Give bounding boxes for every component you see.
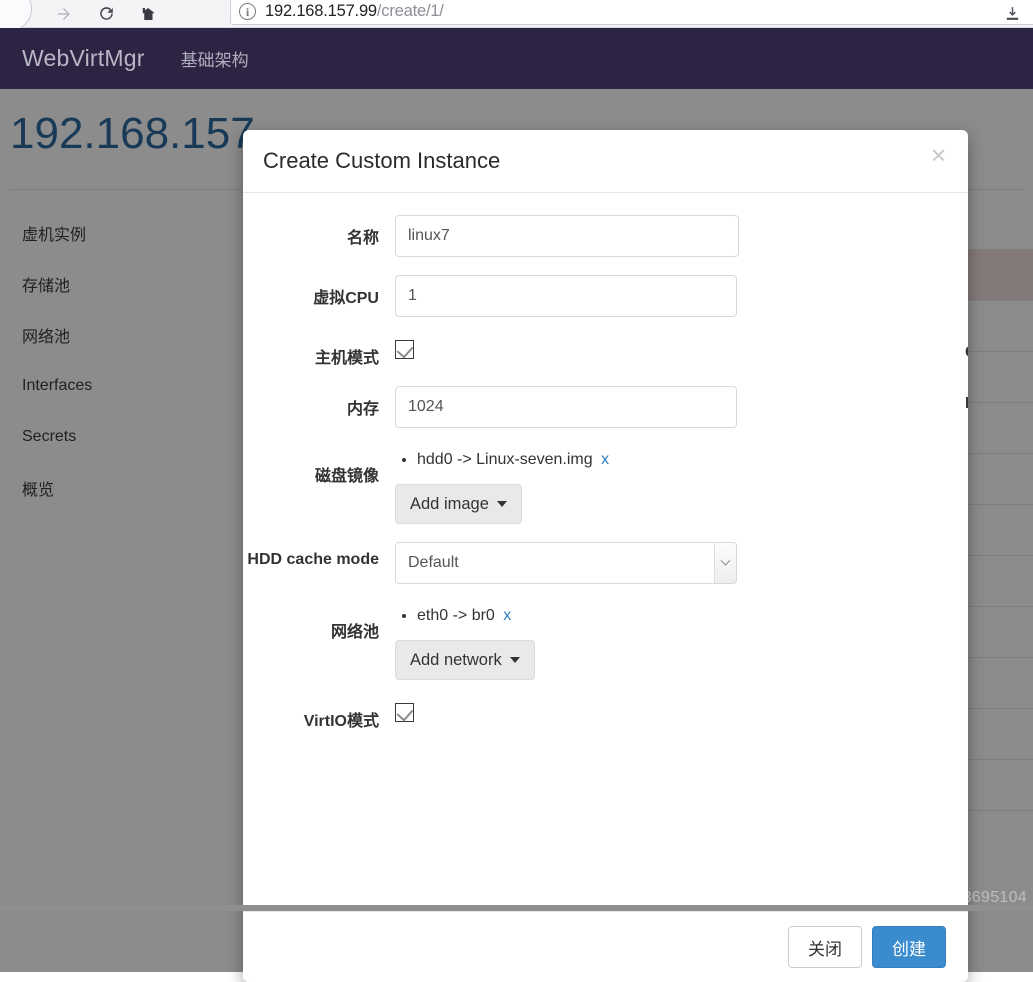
- list-item: eth0 -> br0 x: [417, 602, 968, 630]
- create-instance-modal: Create Custom Instance × 名称 虚拟CPU: [243, 130, 968, 982]
- app-page: WebVirtMgr 基础架构 192.168.157 虚机实例 存储池 网络池…: [0, 28, 1033, 982]
- host-model-label: 主机模式: [314, 350, 379, 367]
- reload-icon: [99, 7, 113, 20]
- disk-image-field-wrap: hdd0 -> Linux-seven.img x Add image: [395, 446, 968, 524]
- form-row-hdd-cache: HDD cache mode Default: [243, 542, 968, 584]
- network-field-wrap: eth0 -> br0 x Add network: [395, 602, 968, 680]
- name-input[interactable]: [395, 215, 739, 257]
- add-network-button[interactable]: Add network: [395, 640, 535, 680]
- hdd-cache-value: Default: [395, 542, 737, 584]
- save-page-icon: [1006, 7, 1018, 20]
- url-host: 192.168.157.99: [265, 2, 377, 20]
- horizontal-scrollbar[interactable]: [0, 905, 1033, 911]
- navigation-buttons: [0, 0, 168, 31]
- vcpu-input[interactable]: [395, 275, 737, 317]
- chevron-down-icon[interactable]: [714, 543, 736, 583]
- site-info-icon[interactable]: i: [239, 3, 256, 20]
- memory-input[interactable]: [395, 386, 737, 428]
- hdd-cache-select[interactable]: Default: [395, 542, 737, 584]
- nav-item-infrastructure[interactable]: 基础架构: [181, 46, 249, 71]
- add-network-label: Add network: [410, 650, 502, 669]
- add-image-button[interactable]: Add image: [395, 484, 522, 524]
- host-model-field-wrap: CPU: [395, 335, 968, 364]
- name-field-wrap: [395, 215, 968, 257]
- caret-down-icon: [496, 501, 507, 507]
- disk-image-list: hdd0 -> Linux-seven.img x: [417, 446, 968, 474]
- hdd-cache-label: HDD cache mode: [247, 551, 379, 568]
- virtio-field-wrap: [395, 698, 968, 727]
- hdd-cache-field-wrap: Default: [395, 542, 968, 584]
- form-row-name: 名称: [243, 215, 968, 257]
- home-icon: [142, 7, 154, 20]
- caret-down-icon: [509, 657, 520, 663]
- save-page-button[interactable]: [991, 0, 1033, 27]
- url-text: 192.168.157.99/create/1/: [265, 2, 444, 21]
- modal-header: Create Custom Instance ×: [243, 130, 968, 193]
- mb-unit-label: MB: [965, 395, 968, 413]
- network-list: eth0 -> br0 x: [417, 602, 968, 630]
- vcpu-field-wrap: [395, 275, 968, 317]
- forward-arrow-icon: [58, 7, 70, 20]
- close-icon[interactable]: ×: [931, 142, 946, 168]
- remove-disk-image-link[interactable]: x: [601, 451, 609, 468]
- url-path: /create/1/: [376, 2, 444, 20]
- modal-body: 名称 虚拟CPU 主机模式 CPU: [243, 193, 968, 911]
- create-button[interactable]: 创建: [872, 926, 946, 968]
- back-button-ring: [0, 0, 32, 31]
- form-row-virtio: VirtIO模式: [243, 698, 968, 731]
- list-item: hdd0 -> Linux-seven.img x: [417, 446, 968, 474]
- disk-image-label: 磁盘镜像: [314, 468, 379, 485]
- cpu-unit-label: CPU: [965, 344, 968, 362]
- close-button[interactable]: 关闭: [788, 926, 862, 968]
- add-image-label: Add image: [410, 494, 489, 513]
- memory-field-wrap: MB: [395, 386, 968, 428]
- back-button[interactable]: [0, 0, 42, 31]
- disk-image-name: hdd0 -> Linux-seven.img: [417, 451, 593, 468]
- address-bar[interactable]: i 192.168.157.99/create/1/: [230, 0, 1033, 25]
- modal-title: Create Custom Instance: [263, 148, 501, 173]
- form-row-memory: 内存 MB: [243, 386, 968, 428]
- network-label: 网络池: [330, 624, 379, 641]
- host-model-checkbox[interactable]: [395, 340, 414, 359]
- form-row-disk-image: 磁盘镜像 hdd0 -> Linux-seven.img x Add image: [243, 446, 968, 524]
- name-label: 名称: [346, 230, 379, 247]
- reload-button[interactable]: [86, 1, 126, 27]
- brand-logo[interactable]: WebVirtMgr: [22, 45, 145, 72]
- form-row-vcpu: 虚拟CPU: [243, 275, 968, 317]
- form-row-host-model: 主机模式 CPU: [243, 335, 968, 368]
- home-button[interactable]: [128, 1, 168, 27]
- form-row-network: 网络池 eth0 -> br0 x Add network: [243, 602, 968, 680]
- app-navbar: WebVirtMgr 基础架构: [0, 28, 1033, 89]
- virtio-checkbox[interactable]: [395, 703, 414, 722]
- remove-network-link[interactable]: x: [503, 607, 511, 624]
- memory-label: 内存: [346, 401, 379, 418]
- vcpu-label: 虚拟CPU: [313, 290, 379, 307]
- forward-button[interactable]: [44, 1, 84, 27]
- network-name: eth0 -> br0: [417, 607, 495, 624]
- modal-footer: 关闭 创建: [243, 911, 968, 982]
- browser-toolbar: i 192.168.157.99/create/1/: [0, 0, 1033, 31]
- virtio-label: VirtIO模式: [303, 713, 379, 730]
- page-content: 192.168.157 虚机实例 存储池 网络池 Interfaces Secr…: [0, 89, 1033, 982]
